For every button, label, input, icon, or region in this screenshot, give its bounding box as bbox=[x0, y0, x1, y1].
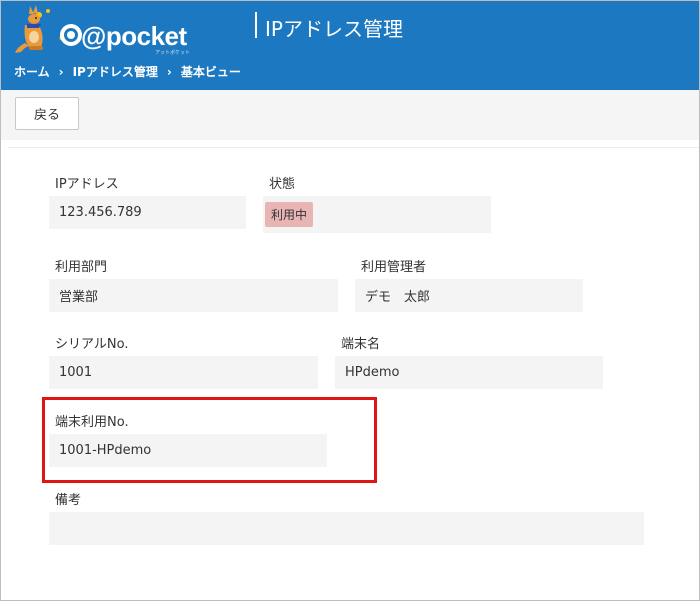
remarks-value bbox=[49, 512, 644, 545]
page-title: IPアドレス管理 bbox=[265, 17, 403, 41]
at-mark-icon bbox=[60, 24, 82, 46]
toolbar: 戻る bbox=[1, 90, 699, 140]
manager-value: デモ 太郎 bbox=[355, 279, 583, 312]
ip-address-label: IPアドレス bbox=[55, 177, 119, 192]
serial-label: シリアルNo. bbox=[55, 337, 129, 352]
ip-address-text: 123.456.789 bbox=[59, 205, 142, 220]
department-label: 利用部門 bbox=[55, 260, 108, 275]
terminal-name-text: HPdemo bbox=[345, 365, 400, 380]
app-header: @pocket アットポケット IPアドレス管理 ホーム › IPアドレス管理 … bbox=[1, 1, 699, 90]
app-logo[interactable]: @pocket アットポケット bbox=[15, 5, 195, 56]
department-value: 営業部 bbox=[49, 279, 338, 312]
back-button[interactable]: 戻る bbox=[15, 97, 79, 130]
breadcrumb-ip-management[interactable]: IPアドレス管理 bbox=[73, 63, 158, 80]
status-badge: 利用中 bbox=[265, 202, 314, 227]
breadcrumb: ホーム › IPアドレス管理 › 基本ビュー bbox=[14, 63, 241, 80]
header-divider bbox=[255, 12, 257, 38]
breadcrumb-separator: › bbox=[166, 64, 172, 79]
breadcrumb-separator: › bbox=[58, 64, 64, 79]
manager-label: 利用管理者 bbox=[361, 260, 427, 275]
status-field: 利用中 bbox=[263, 196, 491, 233]
department-text: 営業部 bbox=[59, 290, 99, 305]
logo-subtitle: アットポケット bbox=[155, 50, 191, 56]
serial-text: 1001 bbox=[59, 365, 93, 380]
terminal-name-value: HPdemo bbox=[335, 356, 603, 389]
ip-address-value: 123.456.789 bbox=[49, 196, 246, 229]
breadcrumb-current: 基本ビュー bbox=[180, 65, 241, 79]
manager-text: デモ 太郎 bbox=[365, 290, 431, 305]
serial-value: 1001 bbox=[49, 356, 318, 389]
breadcrumb-home[interactable]: ホーム bbox=[14, 63, 50, 80]
terminal-name-label: 端末名 bbox=[341, 337, 381, 352]
highlight-annotation bbox=[42, 397, 377, 483]
app-window: @pocket アットポケット IPアドレス管理 ホーム › IPアドレス管理 … bbox=[0, 0, 700, 601]
remarks-label: 備考 bbox=[55, 493, 82, 508]
status-label: 状態 bbox=[269, 177, 296, 192]
logo-wordmark: @pocket bbox=[81, 21, 187, 51]
